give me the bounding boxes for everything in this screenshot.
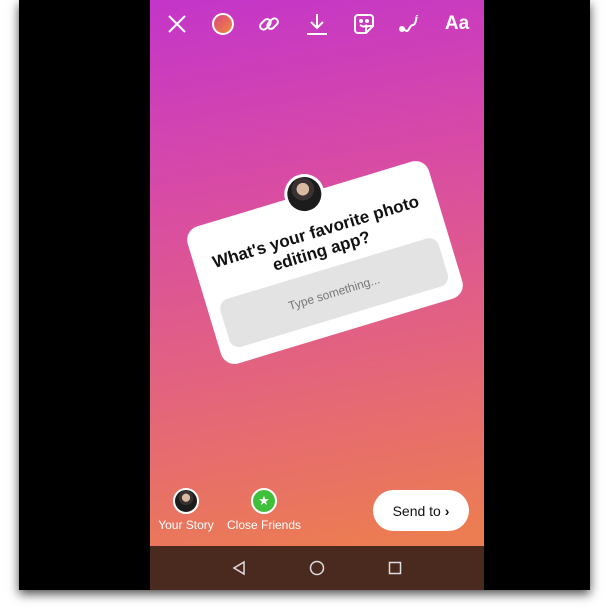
send-to-label: Send to — [392, 502, 441, 519]
draw-icon[interactable] — [395, 10, 423, 38]
text-icon[interactable]: Aa — [442, 10, 472, 38]
download-icon[interactable] — [303, 10, 331, 38]
chevron-right-icon: › — [444, 502, 450, 519]
close-icon[interactable] — [163, 10, 191, 38]
color-picker-icon[interactable] — [209, 10, 237, 38]
send-to-button[interactable]: Send to › — [373, 490, 469, 531]
link-icon[interactable] — [255, 10, 283, 38]
sticker-icon[interactable] — [350, 10, 378, 38]
